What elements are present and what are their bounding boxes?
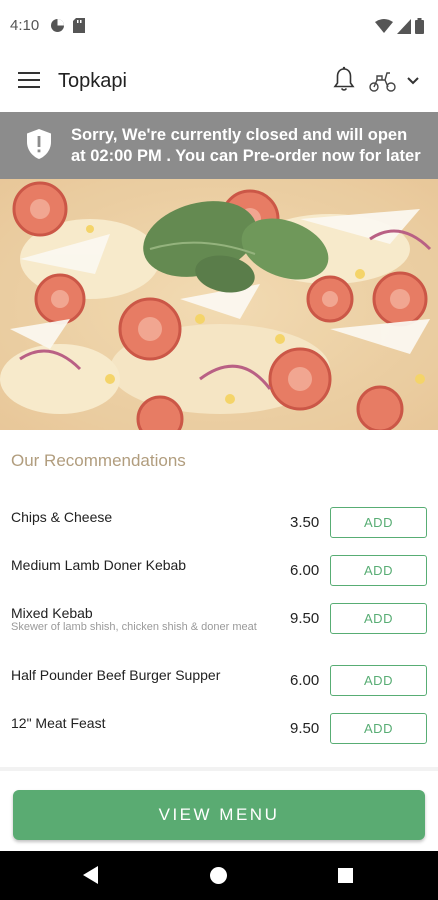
- item-name: Medium Lamb Doner Kebab: [11, 557, 187, 573]
- shield-alert-icon: [27, 129, 51, 159]
- recents-icon[interactable]: [338, 868, 353, 883]
- bell-icon[interactable]: [332, 66, 356, 94]
- item-price: 3.50: [290, 514, 320, 531]
- app-bar: Topkapi: [0, 52, 438, 112]
- add-button[interactable]: ADD: [330, 665, 427, 696]
- item-name: Chips & Cheese: [11, 509, 113, 525]
- recommendations-title: Our Recommendations: [11, 451, 186, 470]
- add-button[interactable]: ADD: [330, 555, 427, 586]
- item-price: 9.50: [290, 720, 320, 737]
- status-time: 4:10: [10, 17, 40, 34]
- battery-icon: [415, 18, 424, 34]
- item-price: 6.00: [290, 672, 320, 689]
- item-name: 12" Meat Feast: [11, 715, 106, 731]
- section-divider: [0, 767, 438, 771]
- status-bar: 4:10: [0, 0, 438, 52]
- item-price: 9.50: [290, 610, 320, 627]
- signal-icon: [397, 18, 411, 34]
- app-title: Topkapi: [58, 70, 127, 92]
- home-icon[interactable]: [210, 867, 227, 884]
- status-system-icons: [375, 18, 424, 34]
- system-navigation-bar: [0, 851, 438, 900]
- data-saver-icon: [51, 19, 64, 32]
- status-notification-icons: [50, 18, 85, 33]
- add-button[interactable]: ADD: [330, 713, 427, 744]
- list-item: Mixed Kebab Skewer of lamb shish, chicke…: [0, 596, 438, 654]
- item-name: Half Pounder Beef Burger Supper: [11, 667, 221, 683]
- delivery-scooter-icon[interactable]: [368, 68, 398, 94]
- list-item: Chips & Cheese 3.50 ADD: [0, 500, 438, 548]
- hero-pizza-image: [0, 179, 438, 430]
- wifi-icon: [375, 18, 393, 33]
- closed-notice-banner: Sorry, We're currently closed and will o…: [0, 112, 438, 179]
- item-description: Skewer of lamb shish, chicken shish & do…: [11, 621, 257, 633]
- view-menu-button[interactable]: VIEW MENU: [13, 790, 425, 840]
- add-button[interactable]: ADD: [330, 603, 427, 634]
- closed-notice-text: Sorry, We're currently closed and will o…: [71, 126, 421, 165]
- list-item: Medium Lamb Doner Kebab 6.00 ADD: [0, 548, 438, 596]
- sd-card-icon: [73, 18, 85, 33]
- hamburger-menu-icon[interactable]: [18, 72, 40, 90]
- back-icon[interactable]: [83, 866, 99, 884]
- chevron-down-icon[interactable]: [404, 72, 422, 90]
- list-item: 12" Meat Feast 9.50 ADD: [0, 706, 438, 754]
- pizza-illustration: [0, 179, 438, 430]
- add-button[interactable]: ADD: [330, 507, 427, 538]
- item-name: Mixed Kebab: [11, 605, 93, 621]
- item-price: 6.00: [290, 562, 320, 579]
- list-item: Half Pounder Beef Burger Supper 6.00 ADD: [0, 658, 438, 706]
